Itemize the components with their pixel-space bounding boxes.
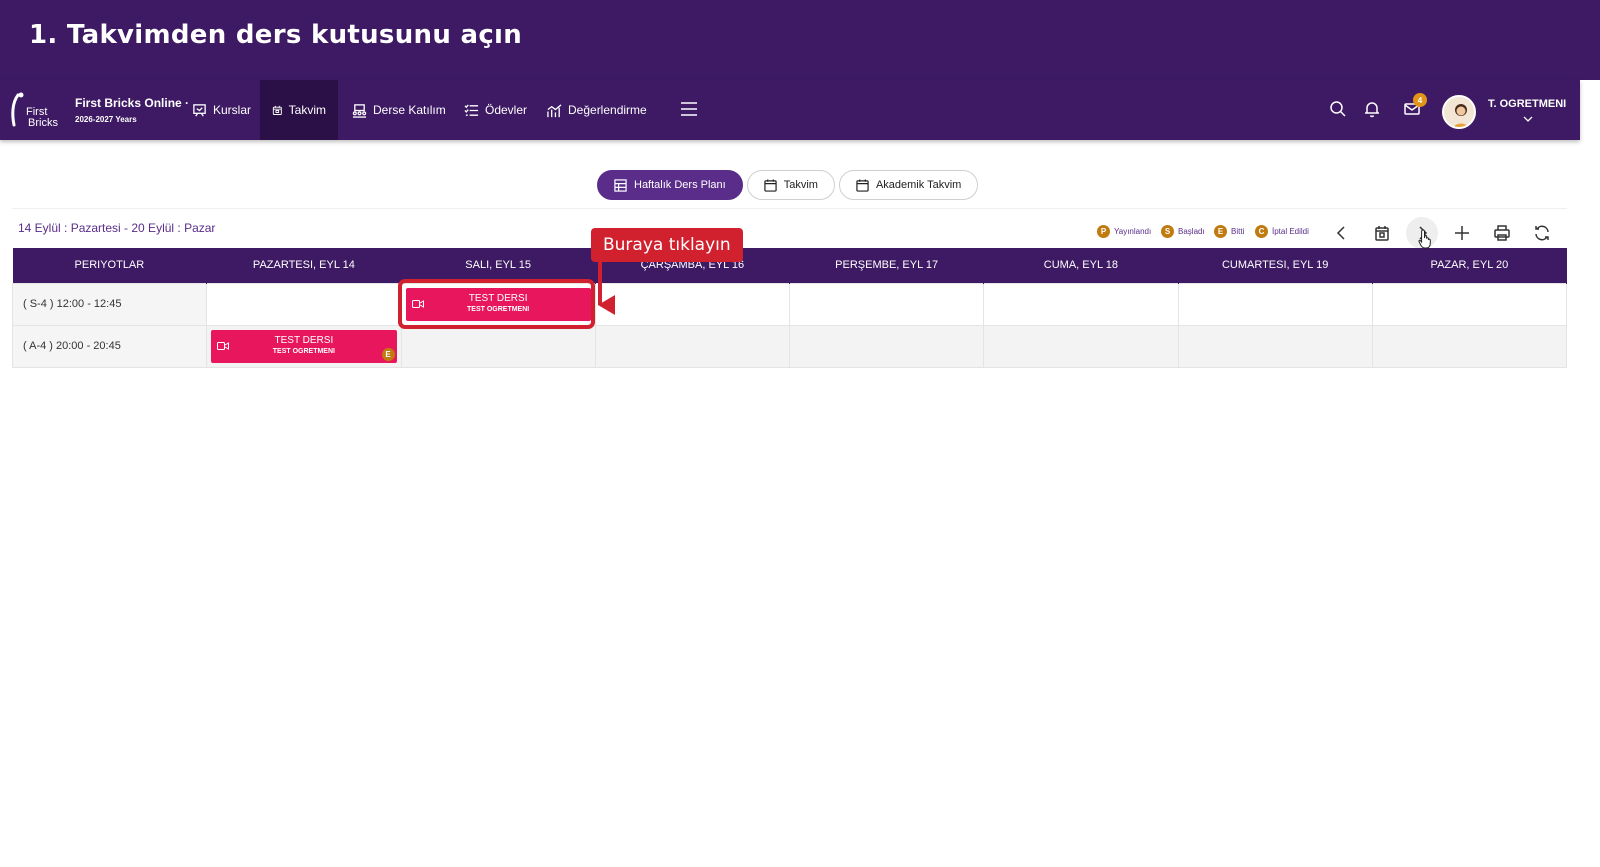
calendar-icon — [856, 178, 869, 192]
week-date-range: 14 Eylül : Pazartesi - 20 Eylül : Pazar — [18, 221, 216, 235]
nav-label: Ödevler — [485, 103, 528, 117]
list-check-icon — [464, 103, 479, 116]
lesson-teacher: TEST OGRETMENI — [272, 348, 335, 355]
academic-year: 2026-2027 Years — [75, 115, 137, 124]
highlight-frame — [398, 279, 595, 329]
legend-published: P Yayınlandı — [1097, 225, 1151, 238]
schedule-cell[interactable]: TEST DERSI TEST OGRETMENI E — [206, 324, 402, 368]
svg-text:Bricks: Bricks — [28, 117, 58, 129]
hamburger-menu-icon[interactable] — [680, 100, 700, 120]
previous-week-button[interactable] — [1326, 217, 1358, 249]
status-badge: C — [1255, 225, 1268, 238]
divider — [12, 208, 1567, 209]
schedule-cell[interactable] — [983, 282, 1179, 326]
tab-takvim[interactable]: Takvim — [746, 170, 835, 200]
column-header: PAZARTESI, EYL 14 — [206, 248, 402, 283]
tab-label: Takvim — [783, 179, 818, 191]
period-cell: ( A-4 ) 20:00 - 20:45 — [11, 324, 208, 368]
avatar[interactable] — [1442, 95, 1476, 129]
period-cell: ( S-4 ) 12:00 - 12:45 — [11, 282, 208, 326]
column-header: CUMA, EYL 18 — [983, 248, 1179, 283]
print-icon — [1494, 225, 1510, 241]
brand: First Bricks Online · 2026-2027 Years — [75, 96, 189, 124]
schedule-cell[interactable] — [206, 282, 402, 326]
add-button[interactable] — [1446, 217, 1478, 249]
table-icon — [614, 178, 627, 192]
notification-badge: 4 — [1413, 93, 1427, 107]
table-row: ( S-4 ) 12:00 - 12:45 TEST DERSI TEST OG… — [11, 282, 1568, 326]
legend-cancelled: C İptal Edildi — [1255, 225, 1309, 238]
tab-haftalik-ders-plani[interactable]: Haftalık Ders Planı — [597, 170, 743, 200]
legend-started: S Başladı — [1161, 225, 1205, 238]
column-header: PAZAR, EYL 20 — [1372, 248, 1568, 283]
calendar-icon — [272, 105, 282, 115]
column-header: PERŞEMBE, EYL 17 — [789, 248, 985, 283]
column-header: CUMARTESI, EYL 19 — [1178, 248, 1373, 283]
nav-label: Değerlendirme — [568, 103, 647, 117]
refresh-button[interactable] — [1526, 217, 1558, 249]
schedule-cell[interactable] — [1371, 324, 1568, 368]
courses-icon — [193, 103, 206, 116]
view-tabs: Haftalık Ders Planı Takvim Akademik Takv… — [597, 170, 979, 200]
status-badge: E — [381, 347, 395, 361]
top-navbar: First Bricks First Bricks Online · 2026-… — [0, 80, 1580, 140]
today-button[interactable] — [1366, 217, 1398, 249]
user-name[interactable]: T. OGRETMENI — [1488, 98, 1566, 110]
attendance-icon — [352, 103, 367, 118]
tab-label: Haftalık Ders Planı — [634, 179, 726, 191]
tab-label: Akademik Takvim — [875, 179, 962, 191]
legend-label: Bitti — [1231, 227, 1245, 236]
chevron-down-icon[interactable] — [1523, 116, 1533, 122]
legend-label: Başladı — [1178, 227, 1205, 236]
search-icon[interactable] — [1329, 100, 1349, 120]
lesson-title: TEST DERSI — [274, 335, 334, 346]
nav-takvim[interactable]: Takvim — [260, 80, 338, 140]
legend-label: İptal Edildi — [1272, 227, 1309, 236]
schedule-cell[interactable] — [1371, 282, 1568, 326]
nav-degerlendirme[interactable]: Değerlendirme — [535, 80, 659, 140]
refresh-icon — [1535, 225, 1549, 241]
schedule-cell[interactable] — [1177, 324, 1373, 368]
print-button[interactable] — [1486, 217, 1518, 249]
callout-arrow — [598, 295, 615, 315]
nav-kurslar[interactable]: Kurslar — [180, 80, 263, 140]
schedule-cell[interactable] — [594, 282, 791, 326]
schedule-cell[interactable] — [788, 324, 985, 368]
nav-label: Derse Katılım — [373, 103, 446, 117]
column-header: SALI, EYL 15 — [401, 248, 596, 283]
nav-label: Kurslar — [213, 103, 252, 117]
schedule-cell[interactable] — [400, 324, 596, 368]
legend-label: Yayınlandı — [1114, 227, 1152, 236]
schedule-cell[interactable] — [1177, 282, 1373, 326]
logo[interactable]: First Bricks — [6, 89, 64, 131]
nav-odevler[interactable]: Ödevler — [452, 80, 539, 140]
status-badge: E — [1214, 225, 1227, 238]
tab-akademik-takvim[interactable]: Akademik Takvim — [838, 170, 979, 200]
tutorial-step-title: 1. Takvimden ders kutusunu açın — [29, 20, 523, 50]
schedule-cell[interactable] — [788, 282, 985, 326]
hand-cursor-icon — [1418, 229, 1431, 249]
status-badge: S — [1161, 225, 1174, 238]
table-row: ( A-4 ) 20:00 - 20:45 TEST DERSI TEST OG… — [11, 324, 1568, 368]
weekly-schedule-table: PERIYOTLAR PAZARTESI, EYL 14 SALI, EYL 1… — [11, 248, 1568, 368]
calendar-today-icon — [1375, 226, 1389, 241]
video-camera-icon — [217, 342, 230, 350]
brand-name: First Bricks Online · — [75, 96, 190, 110]
table-header-row: PERIYOTLAR PAZARTESI, EYL 14 SALI, EYL 1… — [12, 248, 1568, 283]
lesson-box[interactable]: TEST DERSI TEST OGRETMENI E — [211, 329, 397, 363]
status-badge: P — [1097, 225, 1110, 238]
column-header: PERIYOTLAR — [12, 248, 208, 283]
bell-icon[interactable] — [1363, 100, 1383, 120]
nav-derse-katilim[interactable]: Derse Katılım — [340, 80, 458, 140]
tutorial-banner: 1. Takvimden ders kutusunu açın — [0, 0, 1600, 80]
schedule-cell[interactable] — [594, 324, 791, 368]
chevron-left-icon — [1336, 226, 1345, 240]
plus-icon — [1455, 226, 1469, 240]
legend-finished: E Bitti — [1214, 225, 1244, 238]
chart-icon — [547, 103, 562, 117]
callout-label: Buraya tıklayın — [591, 228, 743, 262]
calendar-icon — [764, 178, 777, 192]
schedule-cell[interactable] — [983, 324, 1179, 368]
nav-label: Takvim — [288, 103, 326, 117]
